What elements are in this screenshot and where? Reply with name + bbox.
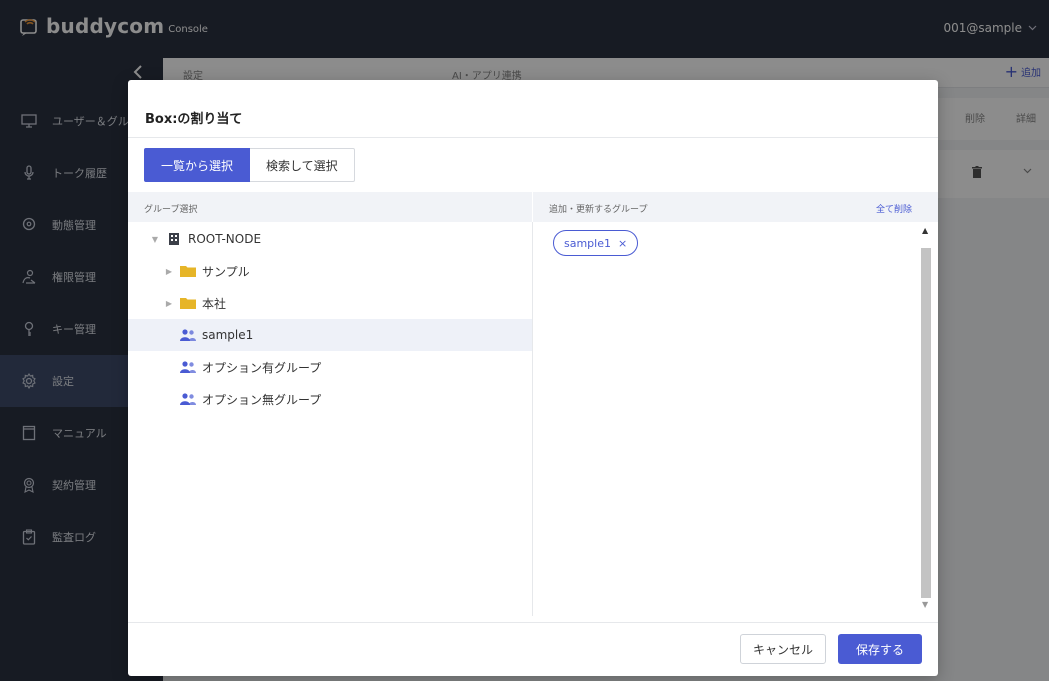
target-groups-label: 追加・更新するグループ	[549, 205, 648, 215]
tree-item[interactable]: オプション無グループ	[128, 383, 532, 415]
modal-footer-divider	[128, 622, 938, 623]
modal-title: Box:の割り当て	[145, 112, 243, 127]
collapse-caret-icon[interactable]: ▶	[164, 267, 174, 276]
group-icon	[180, 392, 196, 406]
tree-item[interactable]: sample1	[128, 319, 532, 351]
tree-item[interactable]: ▶ サンプル	[128, 255, 532, 287]
modal-header-divider	[128, 137, 938, 138]
tree-item-label: 本社	[202, 296, 227, 311]
group-select-header: グループ選択	[128, 192, 532, 222]
column-divider	[532, 222, 533, 616]
chip-label: sample1	[564, 236, 611, 250]
expand-caret-icon[interactable]: ▼	[150, 235, 160, 244]
tree-item-label: オプション有グループ	[202, 360, 322, 375]
save-button[interactable]: 保存する	[838, 634, 922, 664]
tree-item-label: ROOT-NODE	[188, 232, 262, 246]
tab-search-and-select[interactable]: 検索して選択	[250, 148, 355, 182]
tab-select-from-list[interactable]: 一覧から選択	[144, 148, 251, 182]
scroll-up-arrow-icon[interactable]: ▲	[922, 226, 928, 235]
scrollbar[interactable]: ▲ ▼	[919, 226, 933, 612]
tree-item[interactable]: ▶ 本社	[128, 287, 532, 319]
tree-item-label: sample1	[202, 328, 254, 342]
folder-icon	[180, 296, 196, 310]
target-groups-header: 追加・更新するグループ 全て削除	[533, 192, 938, 222]
tree-item[interactable]: オプション有グループ	[128, 351, 532, 383]
selection-mode-tabs: 一覧から選択 検索して選択	[144, 148, 355, 182]
tree-item-label: サンプル	[202, 264, 250, 279]
group-select-label: グループ選択	[144, 205, 198, 215]
folder-icon	[180, 264, 196, 278]
scroll-down-arrow-icon[interactable]: ▼	[922, 600, 928, 609]
group-icon	[180, 360, 196, 374]
close-icon[interactable]: ×	[618, 237, 627, 250]
collapse-caret-icon[interactable]: ▶	[164, 299, 174, 308]
group-icon	[180, 328, 196, 342]
tree-item-label: オプション無グループ	[202, 392, 322, 407]
selected-group-chip: sample1 ×	[553, 230, 639, 256]
scrollbar-thumb[interactable]	[921, 248, 931, 598]
assign-group-modal: Box:の割り当て 一覧から選択 検索して選択 グループ選択 追加・更新するグル…	[128, 80, 938, 676]
clear-all-link[interactable]: 全て削除	[876, 202, 912, 215]
tree-item[interactable]: ▼ ROOT-NODE	[128, 223, 532, 255]
building-icon	[166, 232, 182, 246]
cancel-button[interactable]: キャンセル	[740, 634, 826, 664]
